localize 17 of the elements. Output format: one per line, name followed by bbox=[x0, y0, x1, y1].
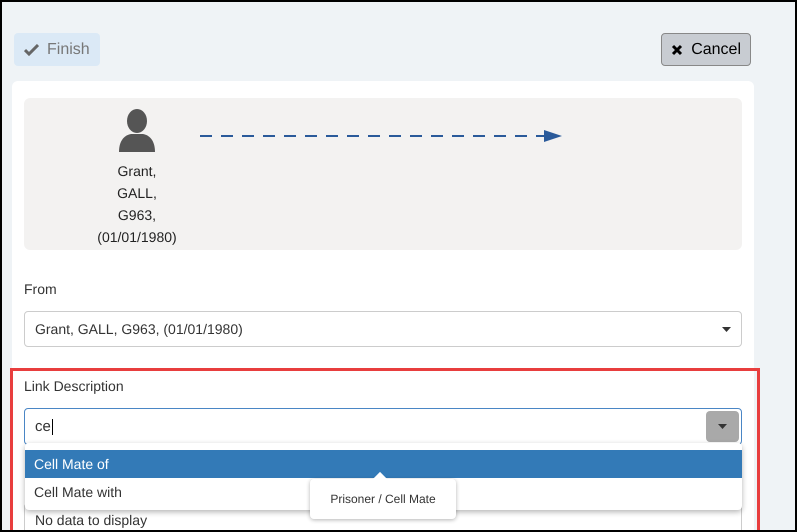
results-message: No data to display bbox=[35, 512, 148, 528]
dropdown-option[interactable]: Cell Mate with bbox=[34, 482, 122, 502]
close-icon bbox=[671, 44, 684, 56]
caret-icon bbox=[722, 326, 731, 332]
from-select[interactable]: Grant, GALL, G963, (01/01/1980) bbox=[24, 311, 742, 347]
tooltip: Prisoner / Cell Mate bbox=[310, 473, 456, 519]
cancel-button[interactable]: Cancel bbox=[661, 33, 751, 66]
from-label: From bbox=[24, 280, 58, 299]
dropdown-option[interactable]: Cell Mate of bbox=[25, 450, 742, 478]
dropdown-button[interactable] bbox=[706, 411, 739, 442]
select-value: Grant, GALL, G963, (01/01/1980) bbox=[35, 320, 243, 339]
link-description-label: Link Description bbox=[24, 377, 125, 396]
person-icon bbox=[119, 108, 155, 152]
checkmark-icon bbox=[24, 44, 39, 56]
person-label: Grant, GALL, G963, (01/01/1980) bbox=[97, 162, 177, 247]
field-value: ce bbox=[35, 418, 53, 434]
caret-icon bbox=[718, 424, 727, 429]
